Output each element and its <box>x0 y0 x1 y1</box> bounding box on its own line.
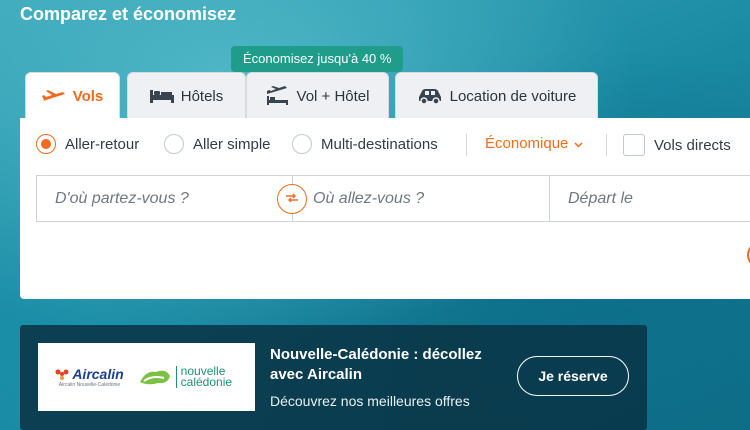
tab-label: Vol + Hôtel <box>296 87 370 105</box>
banner-title: Nouvelle-Calédonie : décollez avec Airca… <box>270 346 482 383</box>
trip-type-label: Aller-retour <box>65 135 140 153</box>
tab-label: Location de voiture <box>449 87 577 105</box>
trip-type-round-trip[interactable]: Aller-retour <box>36 134 139 154</box>
flower-icon <box>55 369 69 380</box>
island-icon <box>139 370 170 385</box>
partner-logos: Aircalin Aircalin Nouvelle-Calédonie nou… <box>38 343 255 411</box>
nouvelle-caledonie-wordmark: nouvelle calédonie <box>175 365 238 388</box>
plane-bed-icon <box>266 86 290 106</box>
plane-icon <box>41 89 66 105</box>
tab-flight-hotel[interactable]: Vol + Hôtel <box>246 72 389 119</box>
chevron-down-icon <box>574 135 583 152</box>
banner-subtitle: Découvrez nos meilleures offres <box>270 393 470 409</box>
cabin-class-select[interactable]: Économique <box>485 135 583 152</box>
departure-date-input[interactable]: Départ le <box>549 175 750 222</box>
page-title: Comparez et économisez <box>20 4 237 24</box>
car-icon <box>417 88 443 104</box>
aircalin-logo: Aircalin Aircalin Nouvelle-Calédonie <box>55 366 124 388</box>
trip-type-one-way[interactable]: Aller simple <box>164 134 271 154</box>
promo-banner[interactable]: Aircalin Aircalin Nouvelle-Calédonie nou… <box>20 325 647 430</box>
tab-label: Hôtels <box>180 87 224 105</box>
aircalin-wordmark: Aircalin <box>72 366 124 382</box>
promo-tooltip: Économisez jusqu'à 40 % <box>231 46 404 78</box>
direct-flights-toggle[interactable]: Vols directs <box>623 134 731 156</box>
radio[interactable] <box>164 134 184 154</box>
tab-hotels[interactable]: Hôtels <box>127 72 246 119</box>
tab-label: Vols <box>72 88 104 105</box>
tab-flights[interactable]: Vols <box>25 72 120 120</box>
divider <box>606 134 607 156</box>
swap-button[interactable] <box>277 184 307 214</box>
swap-arrows-icon <box>285 190 299 208</box>
book-now-button[interactable]: Je réserve <box>517 356 629 396</box>
aircalin-tagline: Aircalin Nouvelle-Calédonie <box>58 382 121 388</box>
trip-type-label: Multi-destinations <box>321 135 438 153</box>
cabin-class-value: Économique <box>485 135 569 152</box>
tab-car-rental[interactable]: Location de voiture <box>395 72 598 119</box>
flight-search-panel: Aller-retour Aller simple Multi-destinat… <box>20 118 750 299</box>
trip-type-multi-city[interactable]: Multi-destinations <box>292 134 438 154</box>
direct-flights-checkbox[interactable] <box>623 134 645 156</box>
destination-input[interactable]: Où allez-vous ? <box>292 175 550 222</box>
radio-selected[interactable] <box>36 134 56 154</box>
bed-icon <box>149 88 174 104</box>
origin-input[interactable]: D'où partez-vous ? <box>36 175 293 222</box>
nouvelle-caledonie-logo: nouvelle calédonie <box>138 365 238 388</box>
divider <box>466 134 467 156</box>
trip-type-label: Aller simple <box>193 135 271 153</box>
direct-flights-label: Vols directs <box>654 136 731 154</box>
radio[interactable] <box>292 134 312 154</box>
